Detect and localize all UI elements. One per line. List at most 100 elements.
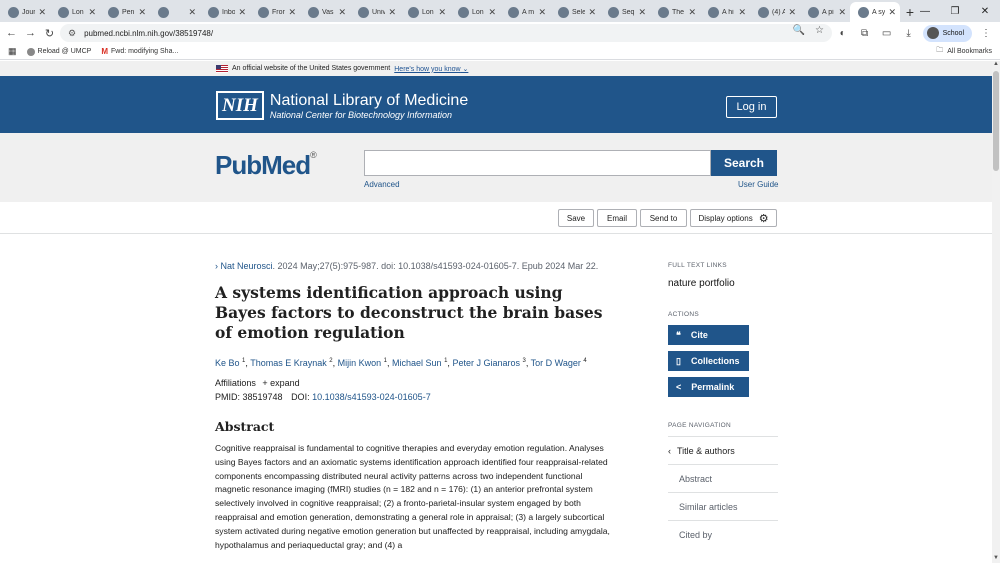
send-to-button[interactable]: Send to (640, 209, 687, 227)
tab-close-icon[interactable]: ✕ (88, 7, 96, 18)
tab-close-icon[interactable]: ✕ (488, 7, 496, 18)
pubmed-logo[interactable]: PubMed® (215, 150, 317, 181)
page-nav-item[interactable]: ‹ Title & authors (668, 436, 778, 464)
author-link[interactable]: Michael Sun 1 (392, 358, 447, 368)
author-link[interactable]: Peter J Gianaros 3 (452, 358, 525, 368)
affiliations: Affiliations + expand (215, 378, 615, 388)
nlm-logo[interactable]: NIH National Library of Medicine Nationa… (216, 91, 468, 120)
scroll-down-icon[interactable]: ▼ (992, 555, 1000, 563)
chevron-right-icon[interactable]: › (215, 261, 218, 271)
author-link[interactable]: Tor D Wager 4 (531, 358, 587, 368)
reload-icon[interactable]: ↻ (40, 24, 59, 43)
full-text-links-heading: FULL TEXT LINKS (668, 262, 727, 269)
minimize-icon[interactable]: — (910, 0, 940, 22)
collections-button[interactable]: ▯ Collections (668, 351, 749, 371)
tab-close-icon[interactable]: ✕ (38, 7, 46, 18)
browser-tab[interactable]: ✕ (150, 2, 200, 22)
user-guide-link[interactable]: User Guide (738, 180, 778, 189)
journal-link[interactable]: Nat Neurosci (221, 261, 273, 271)
maximize-icon[interactable]: ❐ (940, 0, 970, 22)
browser-tab[interactable]: Lon ✕ (50, 2, 100, 22)
page-nav-item[interactable]: Cited by (668, 520, 778, 548)
bookmark-reload[interactable]: Reload @ UMCP (26, 47, 91, 56)
browser-tab[interactable]: A sy ✕ (850, 2, 900, 22)
tab-close-icon[interactable]: ✕ (738, 7, 746, 18)
browser-tab[interactable]: A hi ✕ (700, 2, 750, 22)
scrollbar-thumb[interactable] (993, 71, 999, 171)
browser-tab[interactable]: Inbo ✕ (200, 2, 250, 22)
page-nav-item[interactable]: Similar articles (668, 492, 778, 520)
tab-close-icon[interactable]: ✕ (838, 7, 846, 18)
author-affiliation-number[interactable]: 4 (583, 358, 586, 364)
browser-tab[interactable]: Univ ✕ (350, 2, 400, 22)
puzzle-icon[interactable]: ⧉ (857, 25, 873, 41)
tab-close-icon[interactable]: ✕ (588, 7, 596, 18)
display-options-button[interactable]: Display options ⚙ (690, 209, 777, 227)
tab-close-icon[interactable]: ✕ (388, 7, 396, 18)
browser-tab[interactable]: Fron ✕ (250, 2, 300, 22)
tab-close-icon[interactable]: ✕ (888, 7, 896, 18)
advanced-link[interactable]: Advanced (364, 180, 400, 189)
forward-icon[interactable]: → (21, 24, 40, 43)
tab-close-icon[interactable]: ✕ (638, 7, 646, 18)
cite-button[interactable]: ❝ Cite (668, 325, 749, 345)
tab-close-icon[interactable]: ✕ (788, 7, 796, 18)
site-info-icon[interactable]: ⚙ (68, 28, 76, 39)
search-input[interactable] (364, 150, 711, 176)
nature-portfolio-link[interactable]: nature portfolio (668, 278, 778, 289)
chevron-down-icon: ⌄ (462, 65, 469, 73)
browser-tab[interactable]: A m ✕ (500, 2, 550, 22)
email-button[interactable]: Email (597, 209, 637, 227)
browser-tab[interactable]: Sele ✕ (550, 2, 600, 22)
tab-close-icon[interactable]: ✕ (438, 7, 446, 18)
tab-close-icon[interactable]: ✕ (138, 7, 146, 18)
all-bookmarks[interactable]: 🗀 All Bookmarks (936, 46, 992, 57)
apps-grid-icon[interactable]: ▦ (8, 46, 17, 57)
save-button[interactable]: Save (558, 209, 594, 227)
permalink-button[interactable]: < Permalink (668, 377, 749, 397)
menu-icon[interactable]: ⋮ (978, 25, 994, 41)
browser-tab[interactable]: (4) A ✕ (750, 2, 800, 22)
browser-tab[interactable]: Vas ✕ (300, 2, 350, 22)
expand-button[interactable]: + expand (262, 378, 299, 388)
browser-tab[interactable]: Seq ✕ (600, 2, 650, 22)
author-link[interactable]: Ke Bo 1 (215, 358, 245, 368)
tab-close-icon[interactable]: ✕ (188, 7, 196, 18)
registered-icon: ® (310, 150, 317, 160)
browser-tab[interactable]: Pen ✕ (100, 2, 150, 22)
doi-link[interactable]: 10.1038/s41593-024-01605-7 (312, 392, 431, 402)
profile-label: School (942, 29, 964, 37)
page-nav-item[interactable]: Abstract (668, 464, 778, 492)
search-button[interactable]: Search (711, 150, 777, 176)
tab-favicon-icon (408, 6, 419, 18)
tab-favicon-icon (758, 6, 769, 18)
author-link[interactable]: Mijin Kwon 1 (338, 358, 387, 368)
back-icon[interactable]: ← (2, 24, 21, 43)
login-button[interactable]: Log in (726, 96, 777, 118)
heres-how-you-know-link[interactable]: Here's how you know ⌄ (394, 65, 468, 73)
browser-tab[interactable]: Jour ✕ (0, 2, 50, 22)
page-scrollbar[interactable]: ▲ ▼ (992, 61, 1000, 563)
browser-tab[interactable]: A pi ✕ (800, 2, 850, 22)
tab-close-icon[interactable]: ✕ (238, 7, 246, 18)
bookmark-gmail[interactable]: M Fwd: modifying Sha... (101, 47, 178, 56)
download-icon[interactable]: ⤓ (901, 25, 917, 41)
extension-icon[interactable]: ◐ (835, 25, 851, 41)
sidepanel-icon[interactable]: ▭ (879, 25, 895, 41)
tab-close-icon[interactable]: ✕ (288, 7, 296, 18)
address-bar[interactable]: ⚙ pubmed.ncbi.nlm.nih.gov/38519748/ 🔍 ☆ (60, 24, 832, 42)
tab-close-icon[interactable]: ✕ (688, 7, 696, 18)
browser-tab[interactable]: The ✕ (650, 2, 700, 22)
browser-tab[interactable]: Lon ✕ (450, 2, 500, 22)
tab-close-icon[interactable]: ✕ (338, 7, 346, 18)
tab-title: Vas (322, 8, 334, 16)
profile-button[interactable]: School (922, 24, 972, 42)
author-link[interactable]: Thomas E Kraynak 2 (250, 358, 332, 368)
tab-favicon-icon (858, 6, 869, 18)
tab-close-icon[interactable]: ✕ (538, 7, 546, 18)
browser-tab[interactable]: Lon ✕ (400, 2, 450, 22)
scroll-up-icon[interactable]: ▲ (992, 61, 1000, 69)
zoom-icon[interactable]: 🔍 (793, 25, 805, 36)
close-window-icon[interactable]: ✕ (970, 0, 1000, 22)
bookmark-star-icon[interactable]: ☆ (815, 25, 824, 36)
